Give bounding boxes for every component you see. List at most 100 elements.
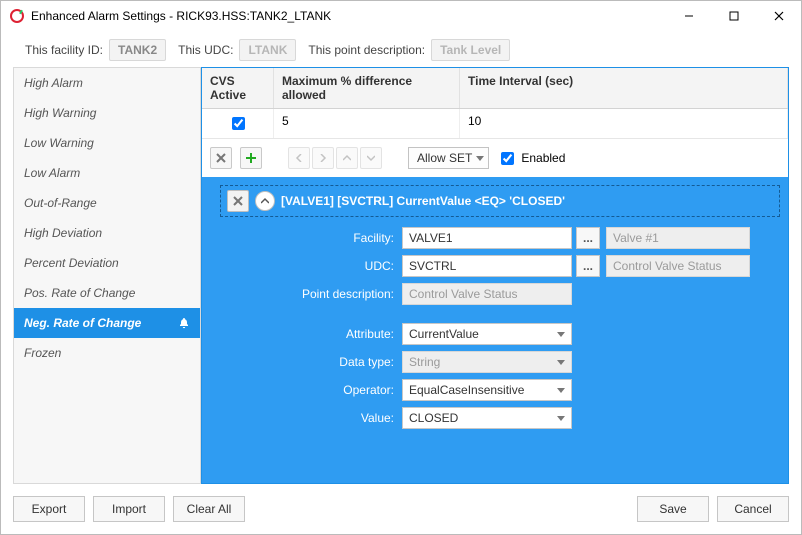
udc-label: This UDC:: [178, 43, 233, 57]
expression-text: [VALVE1] [SVCTRL] CurrentValue <EQ> 'CLO…: [281, 194, 565, 208]
window-title: Enhanced Alarm Settings - RICK93.HSS:TAN…: [31, 9, 666, 23]
allow-set-dropdown[interactable]: Allow SET: [408, 147, 489, 169]
facility-id-value: TANK2: [109, 39, 166, 61]
udc-value: LTANK: [239, 39, 296, 61]
max-pct-cell[interactable]: 5: [274, 109, 460, 138]
facility-description: Valve #1: [606, 227, 750, 249]
point-description-value: Tank Level: [431, 39, 510, 61]
add-expression-button[interactable]: [240, 147, 262, 169]
sidebar-item-low-warning[interactable]: Low Warning: [14, 128, 200, 158]
sidebar-item-label: Percent Deviation: [24, 256, 119, 270]
sidebar: High Alarm High Warning Low Warning Low …: [13, 67, 201, 484]
window-buttons: [666, 1, 801, 31]
sidebar-item-percent-deviation[interactable]: Percent Deviation: [14, 248, 200, 278]
content: High Alarm High Warning Low Warning Low …: [1, 67, 801, 484]
point-desc-value: Control Valve Status: [402, 283, 572, 305]
close-button[interactable]: [756, 1, 801, 31]
point-desc-label: Point description:: [272, 287, 402, 301]
expression-toolbar: Allow SET Enabled: [202, 139, 788, 177]
data-type-dropdown: String: [402, 351, 572, 373]
expression-header: [VALVE1] [SVCTRL] CurrentValue <EQ> 'CLO…: [220, 185, 780, 217]
cvs-active-cell[interactable]: [202, 109, 274, 138]
sidebar-item-pos-rate-of-change[interactable]: Pos. Rate of Change: [14, 278, 200, 308]
value-label: Value:: [272, 411, 402, 425]
data-type-label: Data type:: [272, 355, 402, 369]
move-right-button[interactable]: [312, 147, 334, 169]
col-time-interval: Time Interval (sec): [460, 68, 788, 108]
window: Enhanced Alarm Settings - RICK93.HSS:TAN…: [0, 0, 802, 535]
facility-id-label: This facility ID:: [25, 43, 103, 57]
delete-expression-button[interactable]: [210, 147, 232, 169]
udc-field-label: UDC:: [272, 259, 402, 273]
cancel-button[interactable]: Cancel: [717, 496, 789, 522]
allow-set-label: Allow SET: [417, 151, 472, 165]
main-panel: CVS Active Maximum % difference allowed …: [201, 67, 789, 484]
clear-all-button[interactable]: Clear All: [173, 496, 245, 522]
remove-condition-button[interactable]: [227, 190, 249, 212]
sidebar-item-label: High Alarm: [24, 76, 83, 90]
sidebar-item-high-alarm[interactable]: High Alarm: [14, 68, 200, 98]
app-icon: [9, 8, 25, 24]
sidebar-item-label: Low Warning: [24, 136, 94, 150]
sidebar-item-label: Frozen: [24, 346, 61, 360]
chevron-down-icon: [557, 416, 565, 421]
facility-label: Facility:: [272, 231, 402, 245]
maximize-button[interactable]: [711, 1, 756, 31]
attribute-value: CurrentValue: [409, 327, 479, 341]
operator-label: Operator:: [272, 383, 402, 397]
cvs-active-checkbox[interactable]: [232, 117, 245, 130]
sidebar-item-label: High Deviation: [24, 226, 102, 240]
value-dropdown[interactable]: CLOSED: [402, 407, 572, 429]
minimize-button[interactable]: [666, 1, 711, 31]
sidebar-item-high-warning[interactable]: High Warning: [14, 98, 200, 128]
move-up-button[interactable]: [336, 147, 358, 169]
enabled-label: Enabled: [521, 151, 565, 165]
enabled-checkbox-wrap[interactable]: Enabled: [497, 149, 565, 168]
condition-form: Facility: VALVE1 ... Valve #1 UDC: SVCTR…: [212, 217, 780, 429]
chevron-down-icon: [557, 388, 565, 393]
move-left-button[interactable]: [288, 147, 310, 169]
chevron-down-icon: [557, 332, 565, 337]
udc-input[interactable]: SVCTRL: [402, 255, 572, 277]
move-down-button[interactable]: [360, 147, 382, 169]
attribute-label: Attribute:: [272, 327, 402, 341]
export-button[interactable]: Export: [13, 496, 85, 522]
import-button[interactable]: Import: [93, 496, 165, 522]
bell-icon: [178, 317, 190, 329]
sidebar-item-out-of-range[interactable]: Out-of-Range: [14, 188, 200, 218]
operator-value: EqualCaseInsensitive: [409, 383, 524, 397]
condition-panel: [VALVE1] [SVCTRL] CurrentValue <EQ> 'CLO…: [202, 177, 788, 483]
save-button[interactable]: Save: [637, 496, 709, 522]
sidebar-item-label: Out-of-Range: [24, 196, 97, 210]
footer: Export Import Clear All Save Cancel: [1, 484, 801, 534]
sidebar-item-frozen[interactable]: Frozen: [14, 338, 200, 368]
collapse-condition-button[interactable]: [255, 191, 275, 211]
sidebar-item-label: High Warning: [24, 106, 96, 120]
sidebar-item-high-deviation[interactable]: High Deviation: [14, 218, 200, 248]
value-value: CLOSED: [409, 411, 458, 425]
data-type-value: String: [409, 355, 440, 369]
sidebar-item-neg-rate-of-change[interactable]: Neg. Rate of Change: [14, 308, 200, 338]
facility-browse-button[interactable]: ...: [576, 227, 600, 249]
col-cvs-active: CVS Active: [202, 68, 274, 108]
sidebar-item-label: Low Alarm: [24, 166, 80, 180]
facility-input[interactable]: VALVE1: [402, 227, 572, 249]
sidebar-item-label: Neg. Rate of Change: [24, 316, 141, 330]
grid-header: CVS Active Maximum % difference allowed …: [202, 68, 788, 109]
sidebar-item-low-alarm[interactable]: Low Alarm: [14, 158, 200, 188]
chevron-down-icon: [476, 156, 484, 161]
col-max-pct: Maximum % difference allowed: [274, 68, 460, 108]
enabled-checkbox[interactable]: [501, 152, 514, 165]
operator-dropdown[interactable]: EqualCaseInsensitive: [402, 379, 572, 401]
context-row: This facility ID: TANK2 This UDC: LTANK …: [1, 31, 801, 67]
titlebar: Enhanced Alarm Settings - RICK93.HSS:TAN…: [1, 1, 801, 31]
grid-row: 5 10: [202, 109, 788, 139]
udc-browse-button[interactable]: ...: [576, 255, 600, 277]
time-interval-cell[interactable]: 10: [460, 109, 788, 138]
udc-description: Control Valve Status: [606, 255, 750, 277]
chevron-down-icon: [557, 360, 565, 365]
attribute-dropdown[interactable]: CurrentValue: [402, 323, 572, 345]
point-description-label: This point description:: [308, 43, 425, 57]
sidebar-item-label: Pos. Rate of Change: [24, 286, 135, 300]
move-buttons: [288, 147, 382, 169]
